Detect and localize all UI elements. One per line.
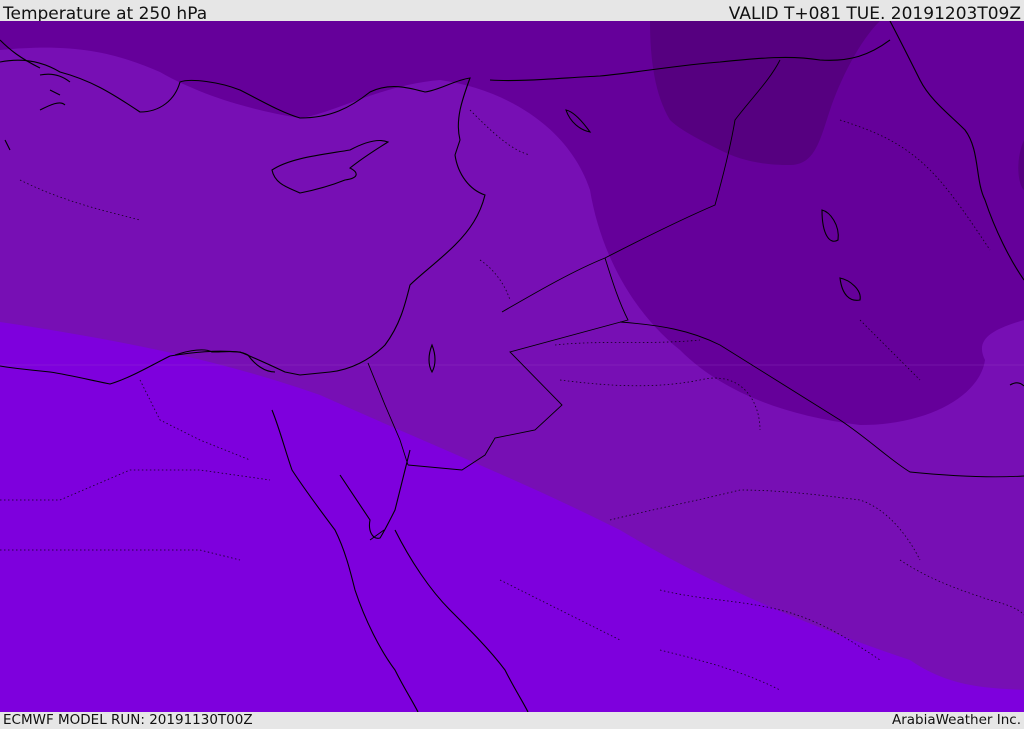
valid-time: VALID T+081 TUE. 20191203T09Z xyxy=(728,4,1021,21)
map-title: Temperature at 250 hPa xyxy=(3,4,208,21)
model-run: ECMWF MODEL RUN: 20191130T00Z xyxy=(3,712,253,728)
footer-bar: ECMWF MODEL RUN: 20191130T00Z ArabiaWeat… xyxy=(0,712,1024,729)
weather-map[interactable] xyxy=(0,21,1024,712)
header-bar: Temperature at 250 hPa VALID T+081 TUE. … xyxy=(0,0,1024,21)
credit: ArabiaWeather Inc. xyxy=(891,712,1021,728)
